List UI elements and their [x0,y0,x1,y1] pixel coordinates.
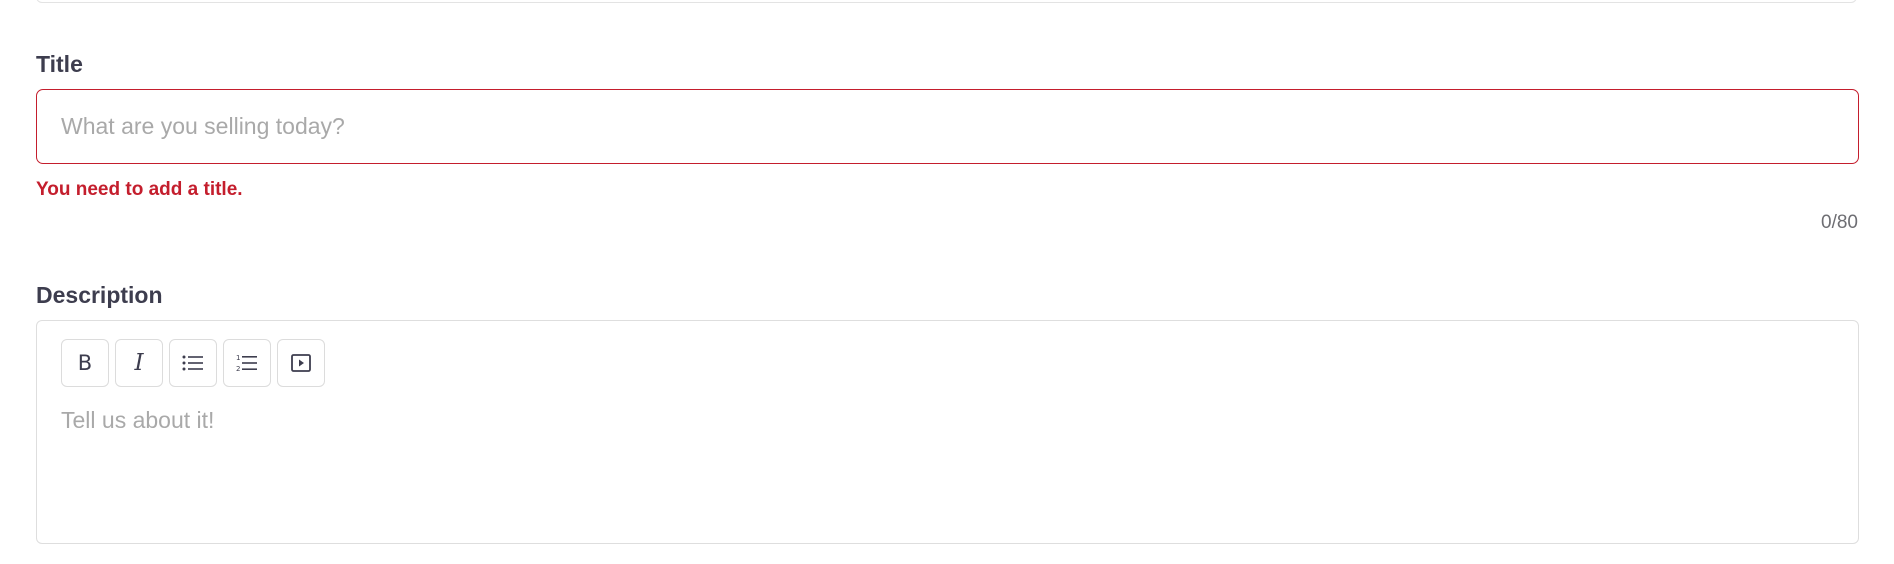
previous-field-border [36,0,1857,3]
description-editor: B I 1 2 Tell us about it! [36,320,1859,544]
svg-text:1: 1 [236,354,240,362]
italic-icon: I [134,350,144,376]
bullet-list-button[interactable] [169,339,217,387]
bold-button[interactable]: B [61,339,109,387]
italic-button[interactable]: I [115,339,163,387]
numbered-list-icon: 1 2 [236,354,257,373]
numbered-list-button[interactable]: 1 2 [223,339,271,387]
editor-toolbar: B I 1 2 [61,339,325,387]
title-label: Title [36,51,83,77]
description-text-area[interactable]: Tell us about it! [61,407,1834,527]
title-error-message: You need to add a title. [36,179,243,200]
play-box-icon [291,354,311,372]
description-placeholder: Tell us about it! [61,407,215,433]
embed-video-button[interactable] [277,339,325,387]
bold-icon: B [77,351,93,375]
title-input[interactable] [36,89,1859,164]
title-char-counter: 0/80 [1821,212,1858,233]
listing-form: Title You need to add a title. 0/80 Desc… [0,0,1894,564]
bullet-list-icon [182,355,203,371]
svg-text:2: 2 [236,365,240,373]
description-label: Description [36,282,163,308]
